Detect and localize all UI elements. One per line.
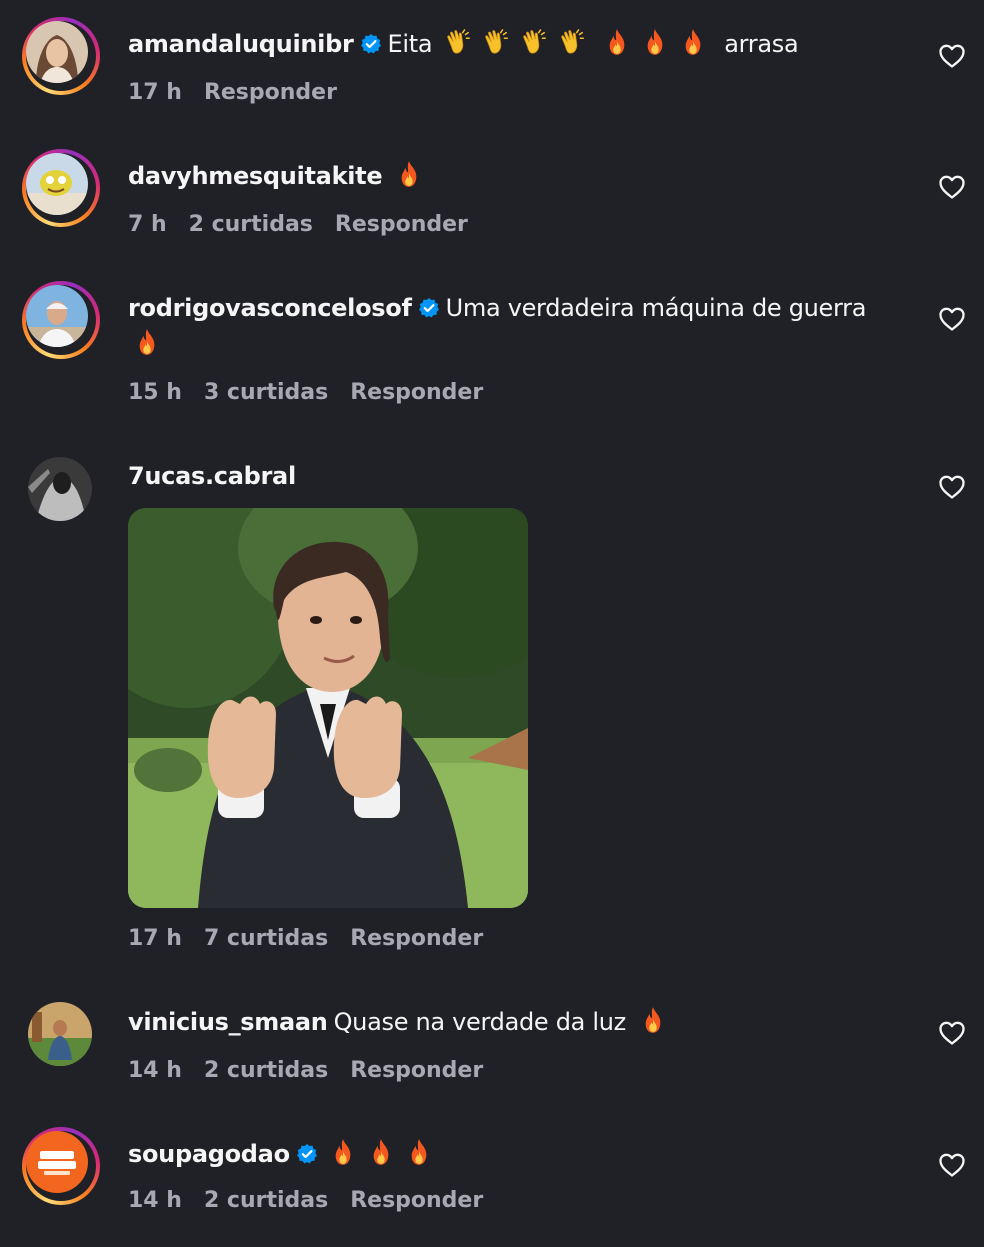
username[interactable]: amandaluquinibr [128,30,354,58]
reply-button[interactable]: Responder [350,1188,483,1213]
comment-meta: 14 h 2 curtidas Responder [128,1186,505,1216]
fire-emoji-icon [606,28,628,56]
timestamp: 14 h [128,1058,182,1083]
heart-icon[interactable] [938,306,966,332]
heart-icon[interactable] [938,174,966,200]
fire-emoji-icon [398,160,420,188]
username[interactable]: soupagodao [128,1140,290,1168]
avatar[interactable] [26,1131,88,1193]
comment-item: vinicius_smaan Quase na verdade da luz 14… [0,982,984,1112]
heart-icon[interactable] [938,1020,966,1046]
fire-emoji-icon [332,1138,354,1166]
fire-emoji-icon [642,1006,664,1034]
timestamp: 17 h [128,926,182,951]
reply-button[interactable]: Responder [350,926,483,951]
avatar[interactable] [28,1002,92,1066]
like-count[interactable]: 2 curtidas [189,212,313,237]
story-ring[interactable] [22,149,100,227]
verified-badge-icon [296,1143,318,1165]
fire-emoji-icon [682,28,704,56]
timestamp: 7 h [128,212,167,237]
comment-body: soupagodao [128,1138,430,1170]
comment-body-continued [128,328,158,360]
comment-text: Quase na verdade da luz [333,1008,627,1036]
comment-meta: 17 h 7 curtidas Responder [128,924,505,954]
timestamp: 14 h [128,1188,182,1213]
like-count[interactable]: 2 curtidas [204,1188,328,1213]
heart-icon[interactable] [938,474,966,500]
verified-badge-icon [418,297,440,319]
comment-text: Eita [387,30,433,58]
username[interactable]: rodrigovasconcelosof [128,294,412,322]
fire-emoji-icon [408,1138,430,1166]
reply-button[interactable]: Responder [204,80,337,105]
comment-body: rodrigovasconcelosof Uma verdadeira máqui… [128,292,866,324]
username[interactable]: davyhmesquitakite [128,162,383,190]
fire-emoji-icon [644,28,666,56]
like-count[interactable]: 3 curtidas [204,380,328,405]
heart-icon[interactable] [938,1152,966,1178]
avatar[interactable] [28,457,92,521]
gif-attachment[interactable] [128,508,528,908]
comment-item: rodrigovasconcelosof Uma verdadeira máqui… [0,262,984,442]
like-count[interactable]: 7 curtidas [204,926,328,951]
verified-badge-icon [360,33,382,55]
clap-emoji-icon [520,28,548,56]
fire-emoji-icon [370,1138,392,1166]
comment-body: amandaluquinibr Eita arrasa [128,28,799,60]
story-ring[interactable] [22,17,100,95]
comment-item: davyhmesquitakite 7 h 2 curtidas Responder [0,130,984,262]
comment-item: amandaluquinibr Eita arrasa 17 h Responder [0,0,984,130]
comment-body: 7ucas.cabral [128,460,296,492]
username[interactable]: 7ucas.cabral [128,462,296,490]
comment-meta: 17 h Responder [128,78,359,108]
timestamp: 15 h [128,380,182,405]
comment-meta: 7 h 2 curtidas Responder [128,210,490,240]
fire-emoji-icon [136,328,158,356]
reply-button[interactable]: Responder [350,1058,483,1083]
story-ring[interactable] [22,281,100,359]
comment-text: Uma verdadeira máquina de guerra [445,294,867,322]
comment-meta: 14 h 2 curtidas Responder [128,1056,505,1086]
avatar[interactable] [26,21,88,83]
clap-emoji-icon [444,28,472,56]
reply-button[interactable]: Responder [350,380,483,405]
avatar[interactable] [26,285,88,347]
comment-meta: 15 h 3 curtidas Responder [128,378,505,408]
username[interactable]: vinicius_smaan [128,1008,328,1036]
comment-item: soupagodao 14 h 2 curtidas Responder [0,1112,984,1247]
like-count[interactable]: 2 curtidas [204,1058,328,1083]
avatar[interactable] [26,153,88,215]
reply-button[interactable]: Responder [335,212,468,237]
clap-emoji-icon [482,28,510,56]
comment-body: vinicius_smaan Quase na verdade da luz [128,1006,664,1038]
comment-body: davyhmesquitakite [128,160,420,192]
clap-emoji-icon [558,28,586,56]
heart-icon[interactable] [938,43,966,69]
comment-text-suffix: arrasa [724,30,799,58]
timestamp: 17 h [128,80,182,105]
story-ring[interactable] [22,1127,100,1205]
